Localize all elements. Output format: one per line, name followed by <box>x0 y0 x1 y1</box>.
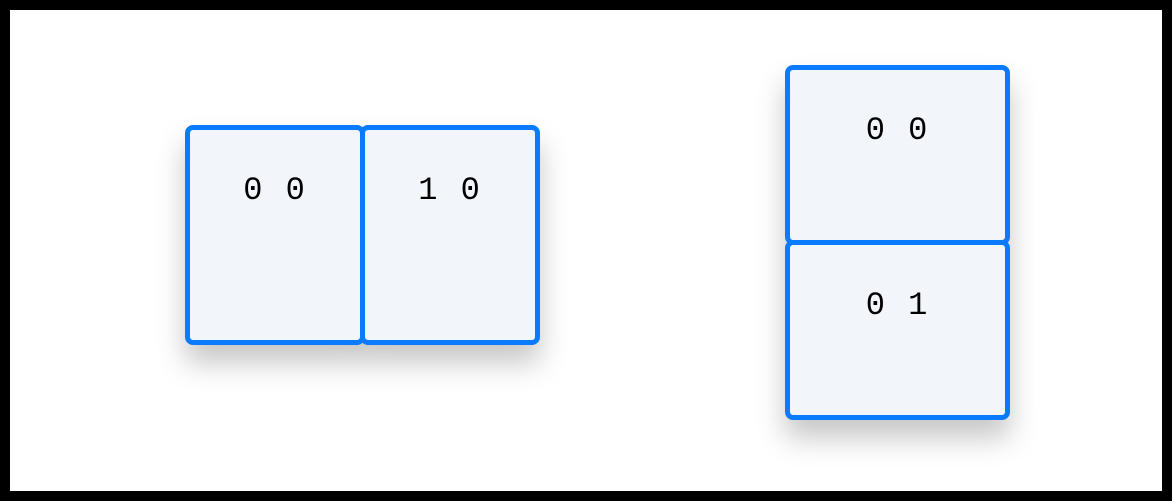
vertical-pair: 0 0 0 1 <box>785 65 1010 420</box>
horizontal-pair: 0 0 1 0 <box>185 125 540 345</box>
cell-coordinate-label: 1 0 <box>418 172 482 340</box>
cell-coordinate-label: 0 1 <box>866 287 930 415</box>
cell-coordinate-label: 0 0 <box>243 172 307 340</box>
grid-cell: 0 1 <box>785 240 1010 420</box>
cell-coordinate-label: 0 0 <box>866 112 930 240</box>
grid-cell: 0 0 <box>185 125 365 345</box>
grid-cell: 1 0 <box>360 125 540 345</box>
diagram-canvas: 0 0 1 0 0 0 0 1 <box>10 10 1162 491</box>
grid-cell: 0 0 <box>785 65 1010 245</box>
